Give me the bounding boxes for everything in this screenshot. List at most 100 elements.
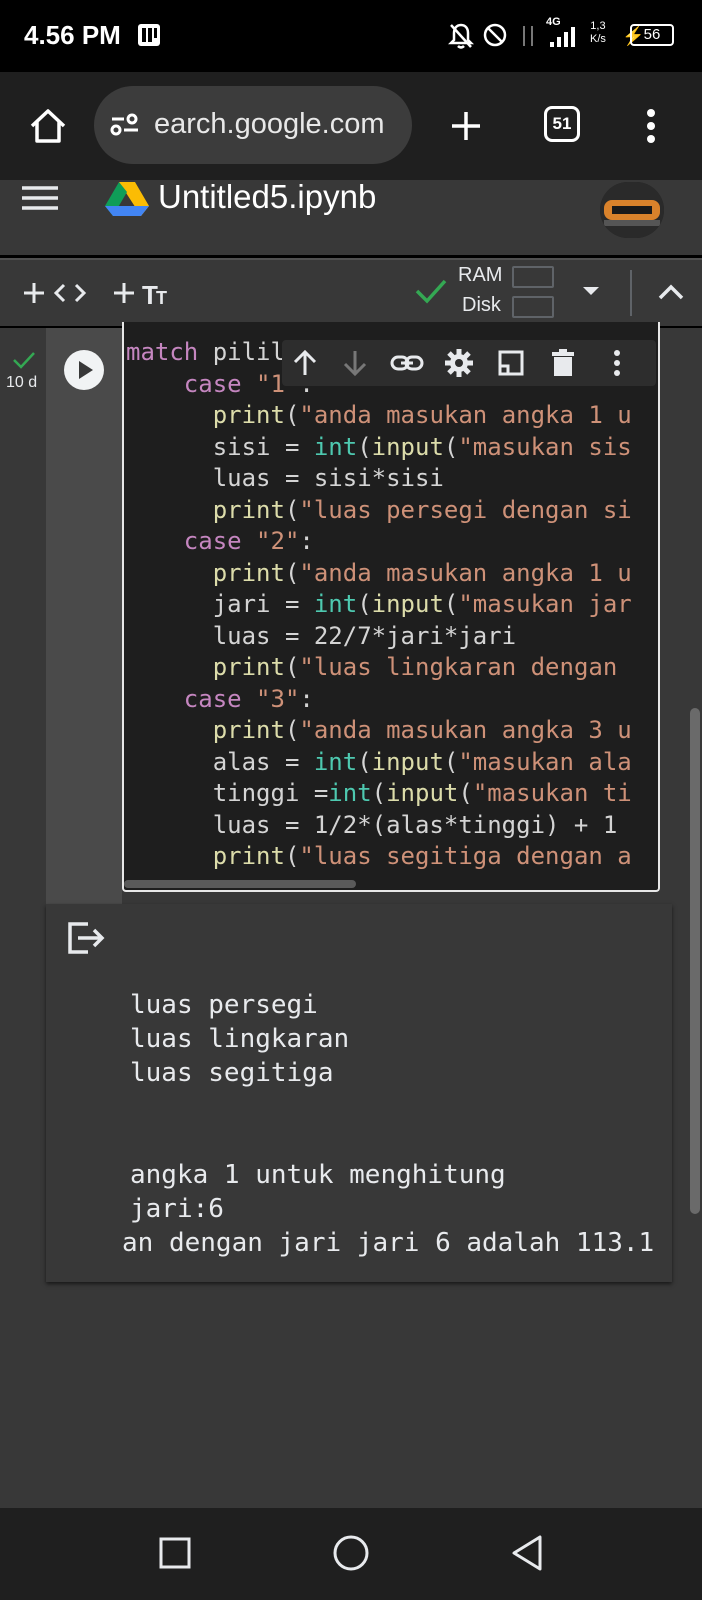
delete-cell-button[interactable] <box>544 344 582 382</box>
add-text-cell-button[interactable]: TT <box>112 276 176 315</box>
code-token: luas = 1/2*(alas*tinggi) + 1 <box>126 810 618 839</box>
user-avatar[interactable] <box>600 182 664 238</box>
code-token: luas = 22/7*jari*jari <box>126 621 517 650</box>
code-token: ( <box>443 432 459 461</box>
url-text[interactable]: earch.google.com <box>154 108 385 141</box>
output-line: an dengan jari jari 6 adalah 113.1 <box>122 1228 655 1258</box>
copy-link-button[interactable] <box>388 344 426 382</box>
play-icon <box>79 361 93 379</box>
code-token: "luas segitiga dengan a <box>299 842 632 870</box>
code-line[interactable]: luas = 1/2*(alas*tinggi) + 1 <box>126 810 618 839</box>
code-token: ( <box>371 779 387 807</box>
code-editor[interactable]: match pilil case "1": print("anda masuka… <box>122 322 660 892</box>
home-button[interactable] <box>26 104 70 148</box>
arrow-down-icon <box>343 351 367 377</box>
code-line[interactable]: print("anda masukan angka 1 u <box>126 401 632 429</box>
move-cell-up-button[interactable] <box>286 344 324 382</box>
resources-dropdown-button[interactable] <box>580 284 602 303</box>
code-line[interactable]: jari = int(input("masukan jar <box>126 590 632 618</box>
new-tab-button[interactable] <box>444 104 488 148</box>
code-token: input <box>386 779 459 807</box>
code-line[interactable]: luas = sisi*sisi <box>126 464 444 492</box>
add-code-cell-button[interactable] <box>22 276 92 315</box>
svg-text:T: T <box>156 288 167 308</box>
code-line[interactable]: case "2": <box>126 527 314 555</box>
mirror-cell-button[interactable] <box>492 344 530 382</box>
code-line[interactable]: tinggi =int(input("masukan ti <box>126 779 632 807</box>
signal-icon <box>548 26 578 53</box>
code-line[interactable]: alas = int(input("masukan ala <box>126 748 632 776</box>
code-line[interactable]: sisi = int(input("masukan sis <box>126 433 632 461</box>
add-code-icon <box>24 283 87 303</box>
code-token: "masukan sis <box>458 432 632 461</box>
code-token: : <box>299 684 314 713</box>
tab-switcher-button[interactable]: 51 <box>544 106 580 142</box>
code-token: ( <box>357 747 372 776</box>
code-token: pilil <box>198 338 285 366</box>
code-token: int <box>313 432 358 461</box>
square-icon <box>159 1537 191 1569</box>
ram-usage-bar <box>512 266 554 288</box>
chevron-up-icon <box>658 284 684 300</box>
recent-apps-button[interactable] <box>158 1536 192 1575</box>
code-token: alas = <box>126 747 314 776</box>
collapse-toolbar-button[interactable] <box>656 280 686 309</box>
mirror-icon <box>498 350 524 376</box>
code-token: ( <box>284 653 300 681</box>
data-transfer-icon <box>518 22 538 55</box>
code-line[interactable]: luas = 22/7*jari*jari <box>126 622 516 650</box>
output-exit-icon <box>68 922 105 954</box>
code-line[interactable]: case "3": <box>126 685 314 713</box>
network-speed: 1,3 K/s <box>590 20 606 46</box>
arrow-up-icon <box>293 349 317 375</box>
code-line[interactable]: print("anda masukan angka 3 u <box>126 716 632 744</box>
cell-settings-button[interactable] <box>440 344 478 382</box>
code-token: "masukan ti <box>472 779 632 807</box>
code-token: ( <box>284 558 300 587</box>
browser-menu-button[interactable] <box>644 106 658 151</box>
circle-icon <box>333 1535 369 1571</box>
code-token: int <box>313 747 358 776</box>
cell-more-button[interactable] <box>598 344 636 382</box>
link-icon <box>390 355 424 371</box>
code-line[interactable]: match pilil <box>126 338 285 366</box>
code-token: ( <box>443 590 459 618</box>
cell-toolbar <box>282 340 656 386</box>
site-settings-icon[interactable] <box>108 108 142 147</box>
code-token: ( <box>284 401 300 429</box>
code-line[interactable]: print("luas persegi dengan si <box>126 496 632 524</box>
output-line: luas persegi <box>130 990 318 1020</box>
code-token: "anda masukan angka 1 u <box>299 558 632 587</box>
cell-gutter <box>46 328 122 908</box>
plus-icon <box>452 112 480 140</box>
home-nav-button[interactable] <box>332 1534 370 1577</box>
code-token: ( <box>443 747 459 776</box>
code-token: ( <box>458 779 473 807</box>
back-nav-button[interactable] <box>510 1534 544 1577</box>
code-token: ( <box>357 432 372 461</box>
code-token: print <box>212 401 285 429</box>
page-scrollbar[interactable] <box>690 708 700 1214</box>
code-token: : <box>299 527 314 555</box>
code-line[interactable]: print("luas segitiga dengan a <box>126 842 632 870</box>
more-vert-icon <box>647 109 655 143</box>
code-line[interactable]: print("anda masukan angka 1 u <box>126 559 632 587</box>
code-token: "masukan ala <box>458 747 632 776</box>
dropdown-arrow-icon <box>583 287 599 295</box>
disk-label: Disk <box>462 294 501 316</box>
output-line: luas lingkaran <box>130 1024 350 1054</box>
code-token: print <box>212 842 285 870</box>
move-cell-down-button[interactable] <box>336 344 374 382</box>
output-actions-button[interactable] <box>66 920 106 961</box>
code-line[interactable]: print("luas lingkaran dengan <box>126 653 618 681</box>
editor-horizontal-scrollbar[interactable] <box>124 880 356 888</box>
home-icon <box>30 109 66 143</box>
notebook-title[interactable]: Untitled5.ipynb <box>158 178 376 216</box>
trash-icon <box>552 349 574 376</box>
run-cell-button[interactable] <box>64 350 104 390</box>
code-token: luas = sisi*sisi <box>126 464 444 492</box>
hamburger-menu-button[interactable] <box>20 182 60 219</box>
